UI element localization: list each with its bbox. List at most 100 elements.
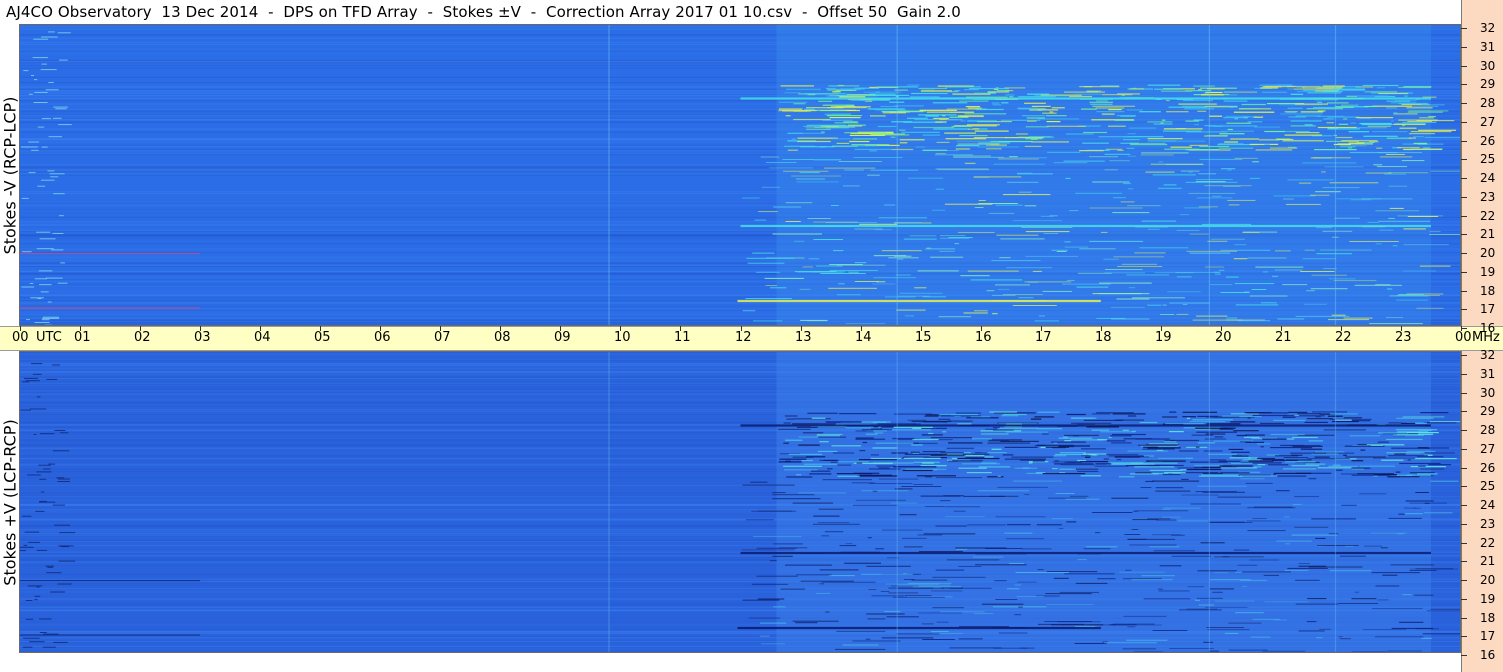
top-emission-streak [1340,104,1359,106]
bottom-sparse-streak [1252,618,1281,620]
bottom-emission-streak [1414,458,1457,460]
bottom-sparse-streak [1371,572,1420,574]
bottom-emission-streak [796,474,802,476]
top-sparse-streak [1262,271,1269,273]
top-emission-streak [1247,121,1263,123]
top-freq-tick [1461,290,1467,292]
bottom-emission-streak [1345,456,1386,458]
bottom-emission-streak [1028,462,1033,464]
top-sparse-streak [1179,214,1190,216]
bottom-sparse-streak [1155,519,1177,521]
top-emission-streak [844,132,886,134]
top-rfi-line [20,307,201,309]
bottom-freq-tick [1461,598,1467,600]
top-sparse-streak [1176,276,1192,278]
bottom-emission-streak [839,413,877,415]
top-emission-streak [1323,118,1334,120]
top-emission-streak [1233,111,1275,113]
top-sparse-streak [745,298,792,300]
bottom-emission-streak [857,475,898,477]
time-tick-label: 17 [1035,330,1052,345]
bottom-sparse-streak [1252,518,1267,520]
bottom-sparse-streak [1287,567,1328,569]
bottom-interference [27,585,43,587]
bottom-sparse-streak [897,584,951,586]
top-emission-streak [1042,112,1057,114]
top-sparse-streak [1169,302,1210,304]
top-sparse-streak [1021,227,1073,228]
bottom-sparse-streak [824,531,844,533]
top-interference [36,248,54,250]
bottom-emission-streak [1230,421,1256,423]
bottom-emission-streak [827,468,833,470]
bottom-emission-streak [874,432,884,434]
bottom-emission-streak [975,452,988,454]
top-emission-streak [1397,147,1420,149]
bottom-emission-streak [1314,456,1330,458]
bottom-sparse-streak [1037,623,1085,625]
bottom-emission-streak [910,451,920,453]
top-sparse-streak [1104,169,1118,171]
bottom-emission-streak [784,469,818,471]
bottom-emission-streak [1420,412,1449,414]
top-sparse-streak [1076,286,1109,288]
top-emission-streak [974,92,997,94]
top-emission-streak [1376,87,1385,89]
top-emission-streak [907,84,920,86]
bottom-emission-streak [964,456,985,458]
top-emission-streak [1129,142,1166,145]
bottom-emission-streak [1064,440,1072,442]
top-sparse-streak [1387,288,1393,290]
bottom-emission-streak [1402,416,1445,418]
top-emission-streak [1161,119,1166,121]
bottom-freq-tick [1461,523,1467,525]
top-emission-streak [992,104,1001,106]
top-emission-streak [1294,103,1328,105]
top-sparse-streak [1367,221,1379,223]
top-sparse-streak [1322,230,1353,232]
bottom-sparse-streak [1285,543,1291,545]
top-sparse-streak [1042,290,1073,292]
time-tick-label: 18 [1095,330,1112,345]
bottom-sparse-streak [884,611,901,612]
bottom-emission-streak [966,472,992,474]
bottom-sparse-streak [1131,579,1173,581]
bottom-sparse-streak [1024,494,1030,495]
bottom-emission-streak [987,476,1004,478]
bottom-emission-streak [873,462,914,464]
top-sparse-streak [773,206,802,208]
bottom-emission-streak [816,435,840,437]
top-sparse-streak [1226,317,1238,319]
top-interference [38,270,53,272]
bottom-sparse-streak [871,595,905,597]
bottom-emission-streak [1245,441,1264,443]
top-emission-streak [954,89,961,92]
bottom-sparse-streak [772,492,786,494]
top-sparse-streak [766,162,797,163]
bottom-emission-streak [989,411,1017,413]
top-emission-streak [852,138,877,140]
bottom-sparse-streak [741,549,795,551]
bottom-freq-tick-label: 32 [1480,348,1496,362]
bottom-emission-streak [1395,471,1401,473]
bottom-sparse-streak [1311,518,1356,520]
top-interference [34,79,38,81]
bottom-sparse-streak [1208,650,1219,652]
top-emission-streak [826,115,862,117]
top-emission-streak [1089,101,1113,103]
bottom-sparse-streak [1158,590,1190,592]
bottom-sparse-streak [1187,586,1204,588]
top-sparse-streak [996,234,1039,236]
top-sparse-streak [1064,246,1089,248]
top-sparse-streak [1419,265,1451,267]
bottom-sparse-streak [1388,517,1422,519]
top-emission-streak [797,140,831,143]
bottom-sparse-streak [982,603,1024,605]
top-sparse-streak [1329,182,1379,184]
bottom-sparse-streak [742,599,780,601]
bottom-emission-streak [1396,474,1431,476]
top-sparse-streak [1319,157,1330,159]
bottom-sparse-streak [1152,630,1188,631]
top-sparse-streak [869,150,877,152]
top-emission-streak [960,144,991,146]
